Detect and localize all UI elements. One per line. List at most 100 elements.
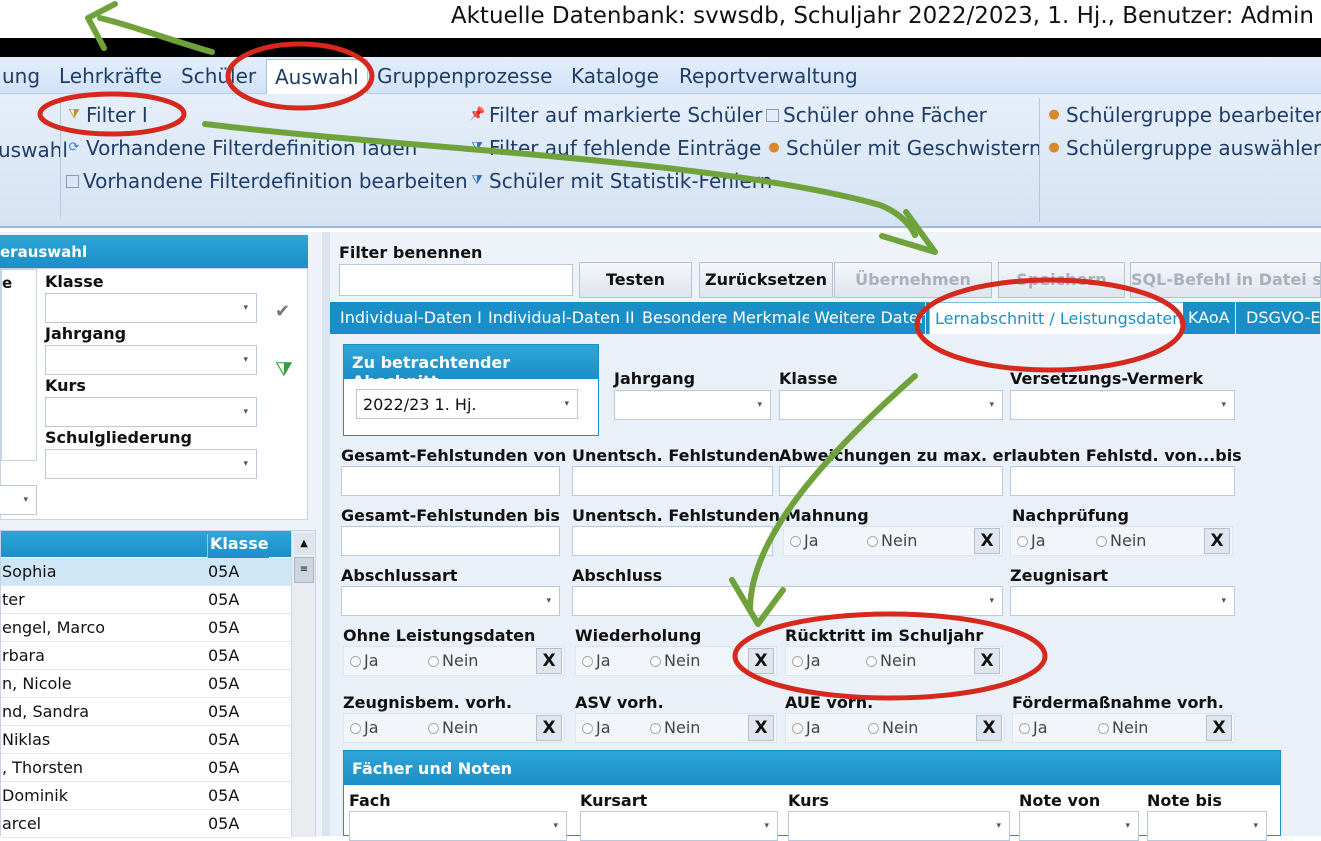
tab-kaoa[interactable]: KAoA	[1183, 302, 1236, 334]
left-list[interactable]: e	[1, 269, 37, 461]
scroll-up-icon[interactable]: ▲	[294, 533, 314, 555]
klasse-select[interactable]: ▾	[45, 293, 257, 323]
foerder-ja[interactable]: Ja	[1019, 718, 1048, 737]
scrollbar[interactable]: ▲ ≡	[291, 531, 315, 837]
asv-ja[interactable]: Ja	[582, 718, 611, 737]
ohne-ld-nein[interactable]: Nein	[428, 651, 478, 670]
ufs-bis-input[interactable]	[572, 526, 773, 556]
sql-export-button[interactable]: SQL-Befehl in Datei sp	[1130, 262, 1321, 298]
grid-header-klasse[interactable]: Klasse	[207, 534, 269, 558]
edit-group-button[interactable]: ● Schülergruppe bearbeiten	[1046, 103, 1321, 127]
tab-dsgvo[interactable]: DSGVO-E	[1241, 302, 1321, 334]
note-von-select[interactable]: ▾	[1019, 811, 1139, 841]
scroll-thumb[interactable]: ≡	[294, 557, 314, 583]
abweichung-bis-input[interactable]	[1010, 466, 1235, 496]
table-row[interactable]: Niklas 05A	[1, 726, 291, 754]
schulgliederung-select[interactable]: ▾	[45, 449, 257, 479]
menu-schueler[interactable]: Schüler	[175, 62, 262, 90]
ruecktritt-ja[interactable]: Ja	[792, 651, 821, 670]
tab-individual-1[interactable]: Individual-Daten I	[335, 302, 488, 334]
foerder-nein[interactable]: Nein	[1098, 718, 1148, 737]
select-group-button[interactable]: ● Schülergruppe auswählen	[1046, 136, 1321, 160]
test-button[interactable]: Testen	[579, 262, 692, 298]
tab-besondere-merkmale[interactable]: Besondere Merkmale	[637, 302, 818, 334]
filter-name-input[interactable]	[339, 264, 573, 296]
aue-clear-button[interactable]: X	[976, 715, 1002, 741]
nachpruefung-nein[interactable]: Nein	[1096, 531, 1146, 550]
siblings-button[interactable]: ● Schüler mit Geschwistern	[766, 136, 1041, 160]
wiederholung-ja[interactable]: Ja	[582, 651, 611, 670]
wiederholung-clear-button[interactable]: X	[748, 648, 774, 674]
gfs-von-input[interactable]	[341, 466, 560, 496]
table-row[interactable]: engel, Marco 05A	[1, 614, 291, 642]
no-subjects-button[interactable]: Schüler ohne Fächer	[766, 103, 987, 127]
table-row[interactable]: , Thorsten 05A	[1, 754, 291, 782]
note-bis-select[interactable]: ▾	[1147, 811, 1267, 841]
foerder-clear-button[interactable]: X	[1206, 715, 1232, 741]
table-row[interactable]: ter 05A	[1, 586, 291, 614]
ufs-von-input[interactable]	[572, 466, 773, 496]
menu-verwaltung[interactable]: ung	[0, 62, 46, 90]
menu-auswahl[interactable]: Auswahl	[266, 59, 368, 95]
abschluss-select[interactable]: ▾	[572, 586, 1003, 616]
versetzung-select[interactable]: ▾	[1010, 390, 1235, 420]
mahnung-clear-button[interactable]: X	[974, 528, 1000, 554]
jahrgang-select[interactable]: ▾	[45, 345, 257, 375]
table-row[interactable]: nd, Sandra 05A	[1, 698, 291, 726]
abschnitt-select[interactable]: 2022/23 1. Hj. ▾	[356, 389, 578, 419]
jahrgang-select[interactable]: ▾	[614, 390, 771, 420]
aue-nein[interactable]: Nein	[868, 718, 918, 737]
fach-select[interactable]: ▾	[349, 811, 567, 841]
menu-lehrkraefte[interactable]: Lehrkräfte	[53, 62, 168, 90]
abweichung-von-input[interactable]	[779, 466, 1003, 496]
abschlussart-select[interactable]: ▾	[341, 586, 560, 616]
kursart-select[interactable]: ▾	[580, 811, 778, 841]
ruecktritt-nein[interactable]: Nein	[866, 651, 916, 670]
check-icon[interactable]: ✔	[275, 301, 290, 322]
asv-nein[interactable]: Nein	[650, 718, 700, 737]
ohne-ld-clear-button[interactable]: X	[536, 648, 562, 674]
table-row[interactable]: rbara 05A	[1, 642, 291, 670]
table-row[interactable]: arcel 05A	[1, 810, 291, 838]
filter-icon[interactable]: ⧩	[275, 357, 293, 381]
filter-1-button[interactable]: ⧩ Filter I	[66, 103, 148, 127]
table-row[interactable]: Sophia 05A	[1, 558, 291, 586]
nachpruefung-clear-button[interactable]: X	[1204, 528, 1230, 554]
apply-button[interactable]: Übernehmen	[834, 262, 992, 298]
tab-lernabschnitt[interactable]: Lernabschnitt / Leistungsdaten	[929, 302, 1189, 336]
zeugnisbem-ja[interactable]: Ja	[350, 718, 379, 737]
mahnung-nein[interactable]: Nein	[867, 531, 917, 550]
filter-missing-button[interactable]: ⧩ Filter auf fehlende Einträge	[469, 136, 761, 160]
klasse-select[interactable]: ▾	[779, 390, 1003, 420]
save-button[interactable]: Speichern	[998, 262, 1125, 298]
tab-weitere-daten[interactable]: Weitere Daten	[809, 302, 926, 334]
zeugnisart-select[interactable]: ▾	[1010, 586, 1235, 616]
edit-filter-button[interactable]: Vorhandene Filterdefinition bearbeiten	[66, 169, 468, 193]
splitter[interactable]	[322, 232, 330, 836]
filter-marked-button[interactable]: 📌 Filter auf markierte Schüler	[469, 103, 762, 127]
left-combo[interactable]: ▾	[0, 485, 37, 515]
kurs-select[interactable]: ▾	[788, 811, 1010, 841]
asv-clear-button[interactable]: X	[748, 715, 774, 741]
zeugnisbem-nein[interactable]: Nein	[428, 718, 478, 737]
ribbon-auswahl[interactable]: uswahl	[0, 138, 68, 162]
table-row[interactable]: n, Nicole 05A	[1, 670, 291, 698]
menu-reportverwaltung[interactable]: Reportverwaltung	[673, 62, 864, 90]
nachpruefung-ja[interactable]: Ja	[1017, 531, 1046, 550]
row-klasse: 05A	[208, 646, 240, 665]
wiederholung-nein[interactable]: Nein	[650, 651, 700, 670]
gfs-bis-input[interactable]	[341, 526, 560, 556]
menu-gruppenprozesse[interactable]: Gruppenprozesse	[371, 62, 558, 90]
reset-button[interactable]: Zurücksetzen	[699, 262, 833, 298]
stat-errors-button[interactable]: ⧩ Schüler mit Statistik-Fehlern	[469, 169, 772, 193]
tab-individual-2[interactable]: Individual-Daten II	[483, 302, 641, 334]
zeugnisbem-clear-button[interactable]: X	[536, 715, 562, 741]
mahnung-ja[interactable]: Ja	[790, 531, 819, 550]
ruecktritt-clear-button[interactable]: X	[974, 648, 1000, 674]
load-filter-button[interactable]: ⟳ Vorhandene Filterdefinition laden	[66, 136, 418, 160]
aue-ja[interactable]: Ja	[792, 718, 821, 737]
table-row[interactable]: Dominik 05A	[1, 782, 291, 810]
kurs-select[interactable]: ▾	[45, 397, 257, 427]
ohne-ld-ja[interactable]: Ja	[350, 651, 379, 670]
menu-kataloge[interactable]: Kataloge	[565, 62, 665, 90]
